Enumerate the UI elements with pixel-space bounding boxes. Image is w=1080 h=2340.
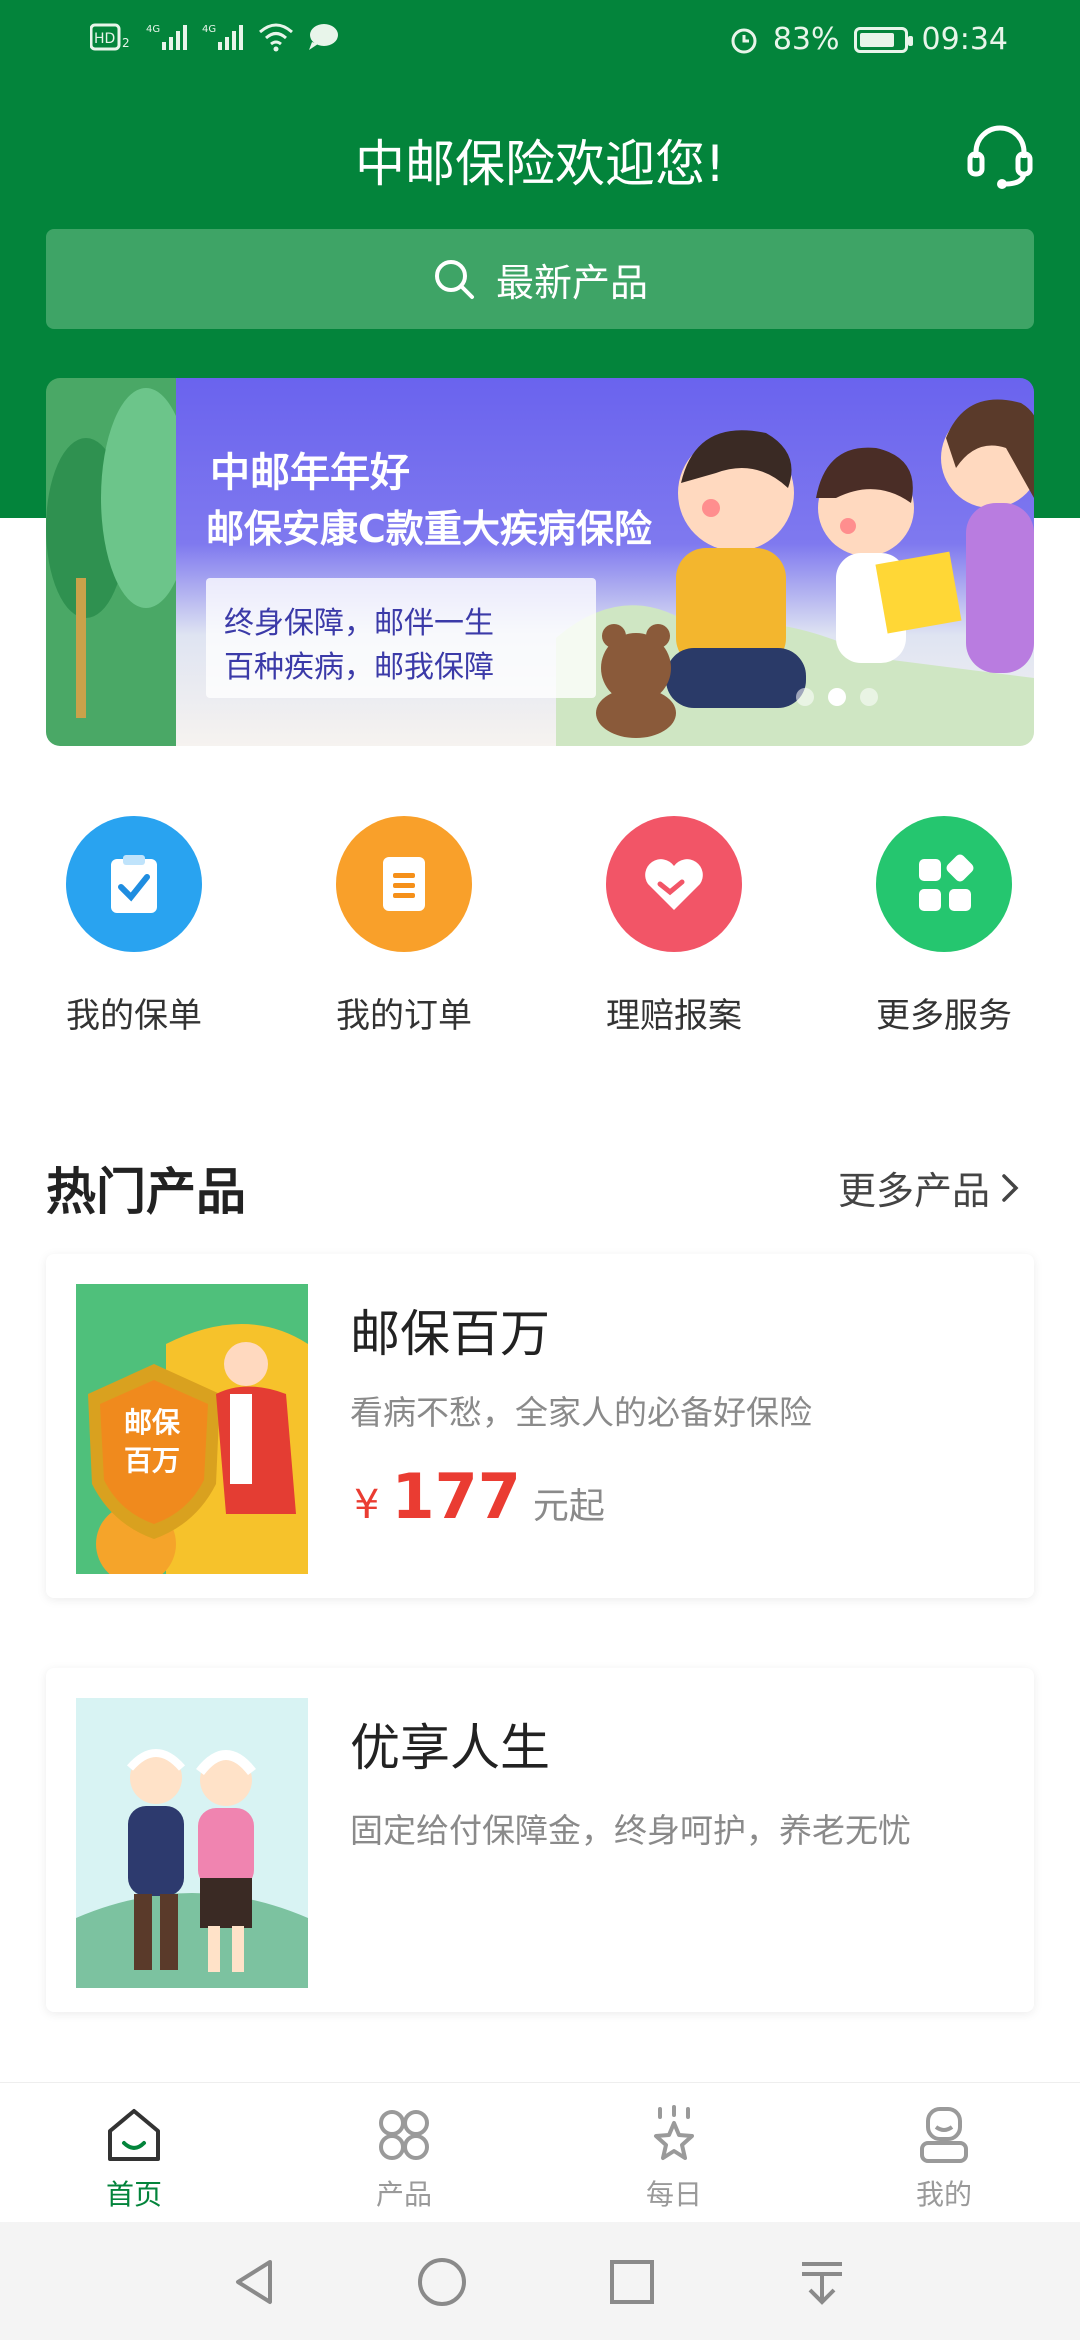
message-icon <box>309 24 338 50</box>
heart-handshake-icon <box>645 859 703 910</box>
system-nav-bar <box>0 2222 1080 2340</box>
chevron-right-icon <box>1002 1173 1019 1202</box>
wifi-icon <box>259 23 293 52</box>
banner-title-1: 中邮年年好 <box>210 450 410 496</box>
product-name: 优享人生 <box>350 1719 550 1777</box>
svg-text:2: 2 <box>122 36 130 50</box>
clipboard-check-icon <box>111 855 157 913</box>
product-badge-text: 百万 <box>124 1444 180 1477</box>
product-description: 看病不愁，全家人的必备好保险 <box>350 1393 812 1432</box>
signal-4g-icon: 4G <box>202 24 243 50</box>
tab-label: 我的 <box>915 2178 972 2211</box>
quick-action-more-services[interactable] <box>876 816 1012 952</box>
home-icon <box>108 2109 160 2161</box>
product-thumbnail <box>76 1698 308 1988</box>
svg-text:4G: 4G <box>146 24 160 35</box>
back-icon[interactable] <box>226 2254 282 2310</box>
battery-icon <box>853 26 913 53</box>
grid-apps-icon <box>919 854 974 911</box>
headset-icon <box>967 125 1033 189</box>
daily-star-icon <box>654 2105 694 2160</box>
promo-banner[interactable]: 中邮年年好 邮保安康C款重大疾病保险 终身保障，邮伴一生 百种疾病，邮我保障 <box>46 378 1034 746</box>
document-list-icon <box>383 857 425 911</box>
banner-title-2: 邮保安康C款重大疾病保险 <box>206 507 652 551</box>
search-icon <box>434 260 474 299</box>
bottom-tab-bar: 首页 产品 每日 我的 <box>0 2082 1080 2223</box>
quick-action-label: 我的保单 <box>66 996 202 1036</box>
product-thumbnail: 邮保 百万 <box>76 1284 308 1574</box>
products-icon <box>379 2110 429 2160</box>
tab-home[interactable]: 首页 <box>34 2083 234 2223</box>
quick-action-my-orders[interactable] <box>336 816 472 952</box>
battery-percent: 83% <box>772 22 840 57</box>
battery-fill <box>859 32 895 47</box>
product-card[interactable]: 优享人生 固定给付保障金，终身呵护，养老无忧 <box>46 1668 1034 2012</box>
banner-subtitle-2: 百种疾病，邮我保障 <box>224 650 494 685</box>
recent-apps-icon[interactable] <box>604 2254 660 2310</box>
tab-daily[interactable]: 每日 <box>574 2083 774 2223</box>
quick-action-label: 理赔报案 <box>606 996 742 1036</box>
product-price: ¥ 177 元起 <box>354 1460 605 1533</box>
product-badge-text: 邮保 <box>124 1406 181 1439</box>
banner-subtitle-1: 终身保障，邮伴一生 <box>224 606 494 641</box>
customer-service-button[interactable] <box>962 116 1038 192</box>
currency-symbol: ¥ <box>354 1482 380 1528</box>
quick-action-claim-report[interactable] <box>606 816 742 952</box>
search-bar[interactable]: 最新产品 <box>46 229 1034 329</box>
svg-text:HD: HD <box>94 31 115 47</box>
product-name: 邮保百万 <box>350 1305 550 1363</box>
tab-label: 每日 <box>645 2178 702 2211</box>
notification-pull-icon[interactable] <box>794 2254 850 2310</box>
product-card[interactable]: 邮保 百万 邮保百万 看病不愁，全家人的必备好保险 ¥ 177 元起 <box>46 1254 1034 1598</box>
signal-4g-icon: 4G <box>146 24 187 50</box>
price-unit: 元起 <box>532 1486 605 1527</box>
carousel-dot[interactable] <box>796 688 814 706</box>
carousel-dot[interactable] <box>860 688 878 706</box>
quick-action-label: 更多服务 <box>876 996 1012 1036</box>
carousel-indicator <box>796 688 878 706</box>
product-description: 固定给付保障金，终身呵护，养老无忧 <box>350 1811 911 1850</box>
carousel-dot[interactable] <box>828 688 846 706</box>
search-placeholder: 最新产品 <box>495 260 648 305</box>
svg-text:4G: 4G <box>202 24 216 35</box>
section-title-hot-products: 热门产品 <box>46 1163 246 1221</box>
banner-prev-slide-peek <box>46 378 191 746</box>
more-products-label: 更多产品 <box>838 1169 991 1213</box>
price-value: 177 <box>391 1460 521 1533</box>
HD-icon: HD 2 <box>90 23 130 51</box>
profile-icon <box>920 2107 968 2163</box>
tab-products[interactable]: 产品 <box>304 2083 504 2223</box>
quick-action-my-policy[interactable] <box>66 816 202 952</box>
clock: 09:34 <box>921 22 1008 57</box>
quick-action-label: 我的订单 <box>336 996 472 1036</box>
page-title: 中邮保险欢迎您! <box>354 135 726 193</box>
home-circle-icon[interactable] <box>414 2254 470 2310</box>
alarm-icon <box>731 28 757 53</box>
status-bar: HD 2 4G 4G 83% 09:34 <box>0 0 1080 84</box>
tab-me[interactable]: 我的 <box>844 2083 1044 2223</box>
tab-label: 产品 <box>375 2178 432 2211</box>
more-products-link[interactable]: 更多产品 <box>838 1160 1022 1215</box>
tab-label: 首页 <box>105 2178 162 2211</box>
